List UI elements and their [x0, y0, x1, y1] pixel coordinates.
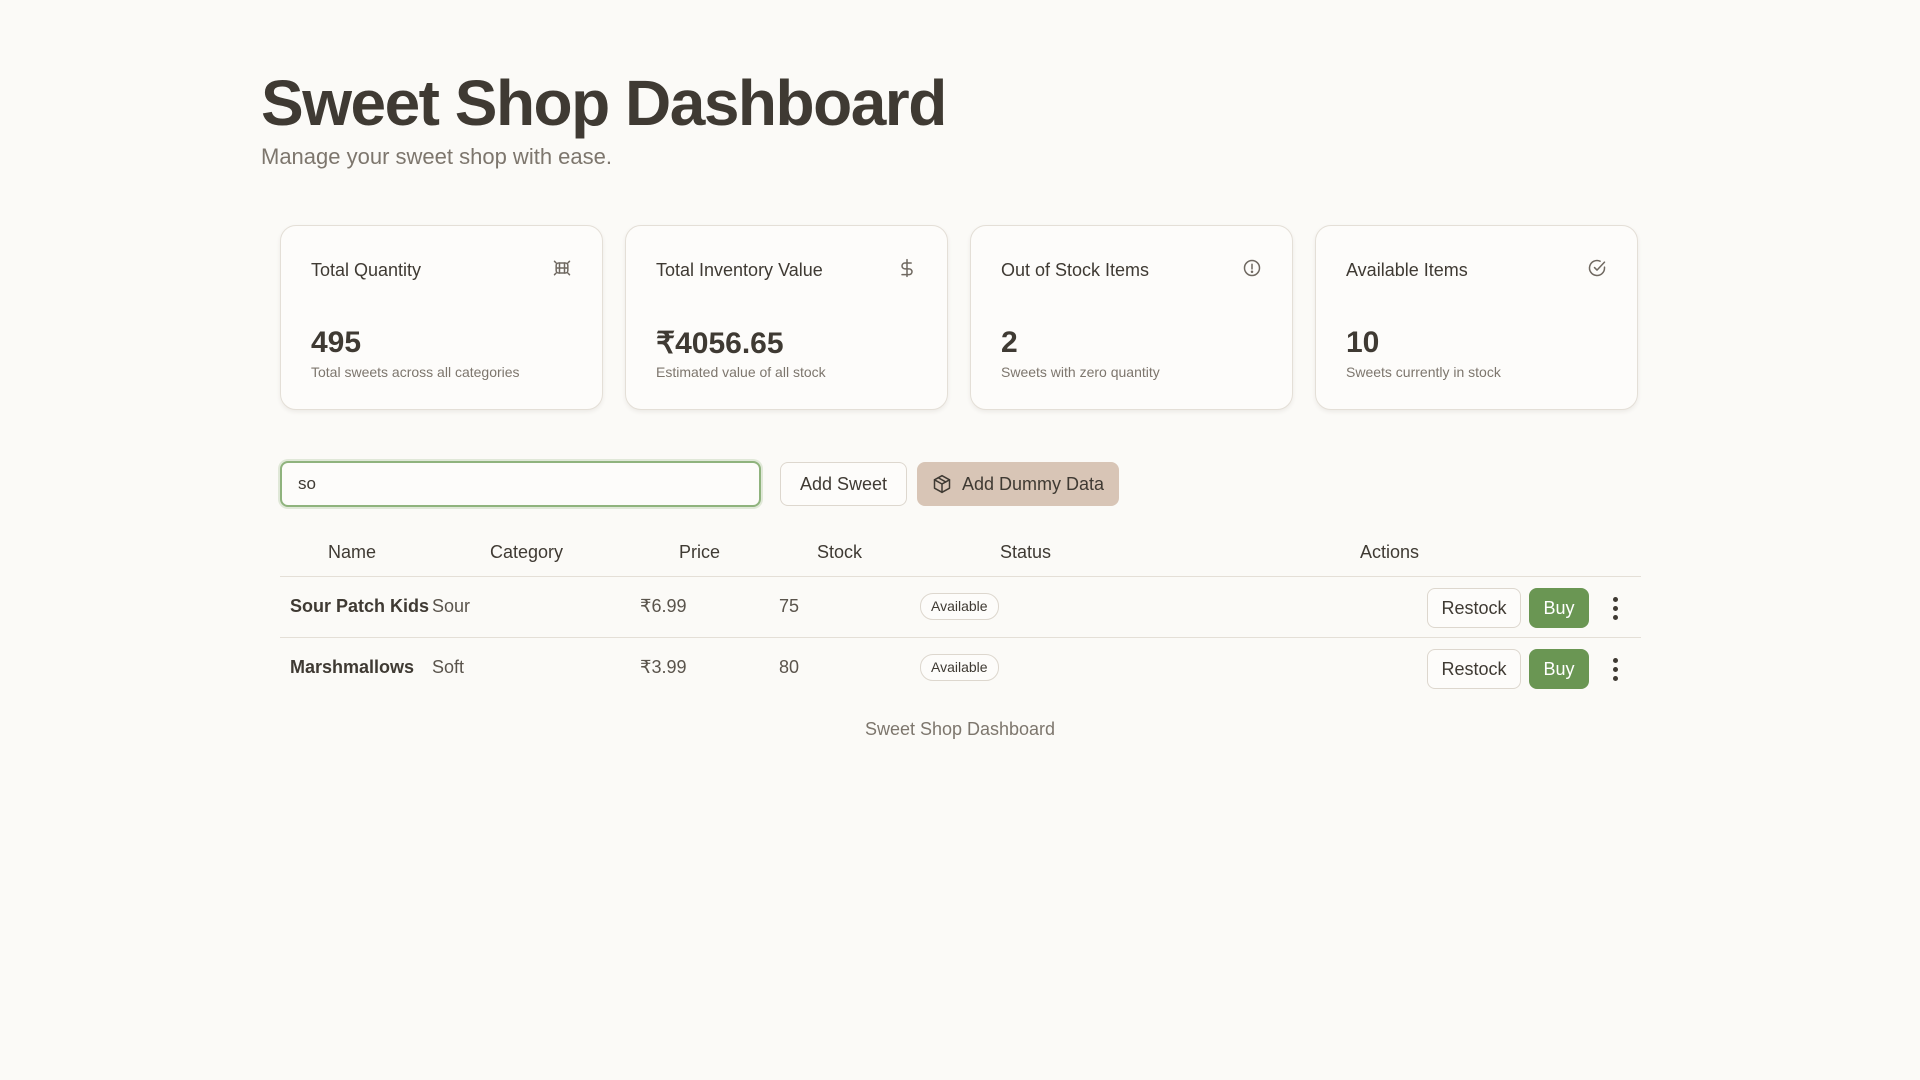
add-sweet-label: Add Sweet [799, 473, 888, 494]
status-badge: Available [920, 593, 999, 620]
header-price: Price [679, 542, 721, 562]
header-stock: Stock [817, 542, 863, 562]
dollar-icon [901, 258, 913, 278]
toolbar: Add Sweet Add Dummy Data [280, 461, 1641, 507]
cell-category: Sour [432, 596, 471, 616]
stat-title: Total Quantity [311, 260, 422, 280]
alert-circle-icon [1243, 259, 1261, 277]
header-actions: Actions [1360, 542, 1420, 562]
stat-card-available-items: Available Items 10 Sweets currently in s… [1315, 225, 1638, 410]
sweets-table: Name Category Price Stock Status Actions… [280, 530, 1641, 698]
candy-icon [553, 260, 571, 276]
cell-price: ₹6.99 [640, 596, 687, 616]
table-row: Sour Patch Kids Sour ₹6.99 75 Available … [280, 577, 1641, 638]
table-row: Marshmallows Soft ₹3.99 80 Available Res… [280, 638, 1641, 698]
check-circle-icon [1588, 259, 1606, 277]
stat-description: Total sweets across all categories [311, 364, 520, 380]
stats-cards: Total Quantity 495 Total sweets across a… [280, 225, 1641, 412]
cell-price: ₹3.99 [640, 657, 687, 677]
page-subtitle: Manage your sweet shop with ease. [261, 144, 612, 169]
stat-value: ₹4056.65 [656, 327, 784, 360]
stat-value: 495 [311, 326, 362, 359]
stat-card-total-quantity: Total Quantity 495 Total sweets across a… [280, 225, 603, 410]
status-badge: Available [920, 654, 999, 681]
stat-description: Sweets currently in stock [1346, 364, 1501, 380]
cell-stock: 80 [779, 657, 800, 677]
cell-stock: 75 [779, 596, 800, 616]
stat-card-out-of-stock: Out of Stock Items 2 Sweets with zero qu… [970, 225, 1293, 410]
add-dummy-data-label: Add Dummy Data [961, 473, 1105, 494]
restock-button[interactable]: Restock [1427, 588, 1521, 628]
stat-description: Estimated value of all stock [656, 364, 826, 380]
stat-card-inventory-value: Total Inventory Value ₹4056.65 Estimated… [625, 225, 948, 410]
stat-value: 2 [1001, 326, 1018, 359]
cell-category: Soft [432, 657, 465, 677]
footer-text: Sweet Shop Dashboard [864, 719, 1056, 739]
cell-name: Sour Patch Kids [290, 596, 430, 616]
stat-title: Out of Stock Items [1001, 260, 1150, 280]
header-status: Status [1000, 542, 1052, 562]
search-input[interactable] [280, 461, 761, 507]
add-sweet-button[interactable]: Add Sweet [780, 462, 907, 506]
cell-name: Marshmallows [290, 657, 415, 677]
page-title: Sweet Shop Dashboard [261, 67, 947, 139]
header-category: Category [490, 542, 564, 562]
stat-value: 10 [1346, 326, 1380, 359]
package-icon [933, 474, 951, 494]
buy-button[interactable]: Buy [1529, 588, 1589, 628]
more-options-icon[interactable] [1606, 653, 1624, 685]
stat-title: Available Items [1346, 260, 1468, 280]
buy-button[interactable]: Buy [1529, 649, 1589, 689]
restock-button[interactable]: Restock [1427, 649, 1521, 689]
stat-description: Sweets with zero quantity [1001, 364, 1160, 380]
more-options-icon[interactable] [1606, 592, 1624, 624]
add-dummy-data-button[interactable]: Add Dummy Data [917, 462, 1119, 506]
table-header: Name Category Price Stock Status Actions [280, 530, 1641, 577]
stat-title: Total Inventory Value [656, 260, 823, 280]
header-name: Name [328, 542, 377, 562]
